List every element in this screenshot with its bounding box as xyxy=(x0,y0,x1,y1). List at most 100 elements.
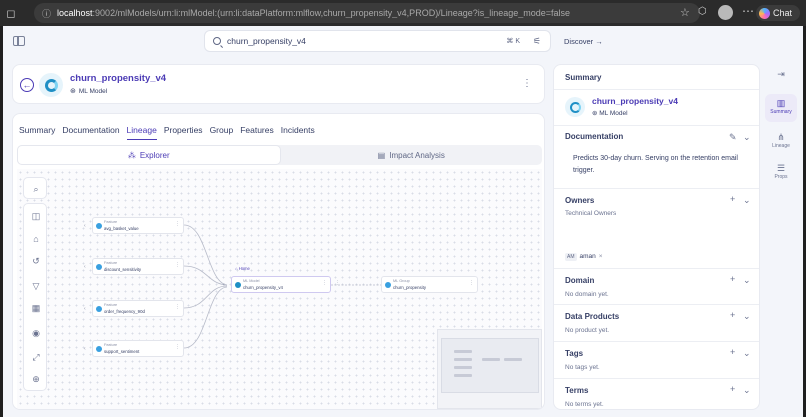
sidebar-entity-type: ⊛ ML Model xyxy=(592,109,628,117)
node-type: Feature xyxy=(104,261,118,265)
node-menu-icon[interactable]: ⋮ xyxy=(175,344,180,350)
node-name: avg_basket_value xyxy=(104,226,139,231)
data-products-title: Data Products xyxy=(565,312,620,321)
extensions-icon[interactable]: ⬡ xyxy=(698,6,707,17)
camera-icon[interactable]: ◉ xyxy=(24,323,48,343)
rail-item-props[interactable]: ☰ Props xyxy=(765,159,797,187)
address-bar[interactable]: ⓘ localhost:9002/mlModels/urn:li:mlModel… xyxy=(34,3,700,23)
lineage-node-feature[interactable]: ‹ Feature support_sentiment ⋮ xyxy=(84,340,184,357)
impact-icon: ▤ xyxy=(377,150,386,160)
explorer-mode-button[interactable]: ⁂ Explorer xyxy=(17,145,281,165)
node-menu-icon[interactable]: ⋮ xyxy=(175,262,180,268)
node-menu-icon[interactable]: ⋮ xyxy=(175,304,180,310)
rail-props-label: Props xyxy=(774,174,788,180)
rail-item-lineage[interactable]: ⋔ Lineage xyxy=(765,128,797,156)
app-root: churn_propensity_v4 ⌘ K ⚟ Discover → ← c… xyxy=(3,26,803,417)
lineage-icon: ⋔ xyxy=(777,132,785,142)
canvas-search-icon[interactable]: ⌕ xyxy=(24,179,48,199)
rail-item-summary[interactable]: ▥ Summary xyxy=(765,94,797,122)
tab-summary[interactable]: Summary xyxy=(19,125,55,140)
impact-label: Impact Analysis xyxy=(389,150,445,160)
minimap-viewport xyxy=(441,338,539,393)
lineage-node-group[interactable]: ML Group churn_propensity ⋮ xyxy=(381,276,478,293)
remove-owner-icon[interactable]: × xyxy=(599,253,603,260)
divider xyxy=(554,304,759,305)
sidebar-entity-type-label: ML Model xyxy=(599,110,628,117)
node-name: order_frequency_90d xyxy=(104,309,145,314)
lineage-minimap[interactable] xyxy=(437,329,542,409)
search-input[interactable]: churn_propensity_v4 ⌘ K ⚟ xyxy=(204,30,551,52)
tags-empty: No tags yet. xyxy=(565,364,600,371)
lineage-node-feature[interactable]: ‹ Feature order_frequency_90d ⋮ xyxy=(84,300,184,317)
fit-view-icon[interactable]: ⤢ xyxy=(24,347,48,367)
chevron-down-icon[interactable]: ⌄ xyxy=(743,195,751,206)
entity-title[interactable]: churn_propensity_v4 xyxy=(70,73,166,84)
sidebar-toggle-icon[interactable] xyxy=(13,36,25,46)
expand-chevron-icon[interactable]: ‹ xyxy=(84,346,86,352)
home-icon[interactable]: ⌂ xyxy=(24,229,48,249)
add-term-icon[interactable]: + xyxy=(730,384,735,394)
center-node-menu-icon[interactable]: ⋮ xyxy=(335,280,340,286)
collapse-sidebar-button[interactable]: ⇥ xyxy=(765,69,797,85)
owner-avatar: AM xyxy=(565,252,577,261)
expand-chevron-icon[interactable]: ‹ xyxy=(84,264,86,270)
owner-name[interactable]: aman xyxy=(580,253,596,260)
lineage-canvas[interactable]: ⌕ ◫ ⌂ ↺ ▽ ▦ ◉ ⤢ ⊕ ‹ Feature avg_basket_v… xyxy=(17,169,542,409)
tab-documentation[interactable]: Documentation xyxy=(62,125,119,140)
chevron-down-icon[interactable]: ⌄ xyxy=(743,132,751,143)
back-button[interactable]: ← xyxy=(20,78,34,92)
add-tag-icon[interactable]: + xyxy=(730,347,735,357)
node-menu-icon[interactable]: ⋮ xyxy=(469,280,474,286)
filter-funnel-icon[interactable]: ▽ xyxy=(24,276,48,296)
chevron-down-icon[interactable]: ⌄ xyxy=(743,385,751,396)
chevron-down-icon[interactable]: ⌄ xyxy=(743,275,751,286)
layout-panel-icon[interactable]: ◫ xyxy=(24,206,48,226)
tab-incidents[interactable]: Incidents xyxy=(281,125,315,140)
feature-icon xyxy=(96,306,102,312)
node-name: discount_sensitivity xyxy=(104,267,142,272)
expand-chevron-icon[interactable]: ‹ xyxy=(84,223,86,229)
page-info-icon[interactable]: ◻ xyxy=(0,0,22,26)
zoom-icon[interactable]: ⊕ xyxy=(24,369,48,389)
discover-link[interactable]: Discover → xyxy=(564,37,603,46)
entity-header: ← churn_propensity_v4 ⊛ ML Model ⋮ xyxy=(12,64,545,104)
node-menu-icon[interactable]: ⋮ xyxy=(322,280,327,286)
sidebar-entity-name[interactable]: churn_propensity_v4 xyxy=(592,96,678,106)
add-owner-icon[interactable]: + xyxy=(730,194,735,204)
add-domain-icon[interactable]: + xyxy=(730,274,735,284)
calendar-icon[interactable]: ▦ xyxy=(24,298,48,318)
tab-lineage[interactable]: Lineage xyxy=(126,125,157,140)
filter-icon[interactable]: ⚟ xyxy=(533,36,541,47)
profile-avatar[interactable] xyxy=(718,5,733,20)
add-data-product-icon[interactable]: + xyxy=(730,310,735,320)
search-value: churn_propensity_v4 xyxy=(227,36,306,46)
history-icon[interactable]: ↺ xyxy=(24,251,48,271)
chevron-down-icon[interactable]: ⌄ xyxy=(743,348,751,359)
minimap-node xyxy=(454,358,472,361)
explorer-icon: ⁂ xyxy=(127,150,136,160)
entity-tabs: Summary Documentation Lineage Properties… xyxy=(19,125,315,140)
owner-pill[interactable]: AM aman × xyxy=(565,251,603,262)
impact-analysis-button[interactable]: ▤ Impact Analysis xyxy=(281,145,543,165)
edit-icon[interactable]: ✎ xyxy=(729,132,737,143)
tab-group[interactable]: Group xyxy=(210,125,234,140)
copilot-chat-button[interactable]: Chat xyxy=(756,5,800,21)
tab-features[interactable]: Features xyxy=(240,125,274,140)
minimap-node xyxy=(454,374,472,377)
expand-chevron-icon[interactable]: ‹ xyxy=(84,306,86,312)
owners-subtitle: Technical Owners xyxy=(565,210,617,217)
bookmark-star-icon[interactable]: ☆ xyxy=(680,6,690,19)
expand-chevron-icon[interactable]: ‹ xyxy=(223,282,225,288)
minimap-node xyxy=(482,358,500,361)
browser-menu-icon[interactable]: ⋯ xyxy=(742,4,754,18)
entity-menu-icon[interactable]: ⋮ xyxy=(522,78,532,89)
chevron-down-icon[interactable]: ⌄ xyxy=(743,311,751,322)
lineage-node-feature[interactable]: ‹ Feature discount_sensitivity ⋮ xyxy=(84,258,184,275)
chat-label: Chat xyxy=(773,8,793,18)
lineage-node-center[interactable]: ‹ ML Model churn_propensity_v4 ⋮ xyxy=(223,276,331,293)
node-menu-icon[interactable]: ⋮ xyxy=(175,221,180,227)
lineage-node-feature[interactable]: ‹ Feature avg_basket_value ⋮ xyxy=(84,217,184,234)
tab-properties[interactable]: Properties xyxy=(164,125,203,140)
sidebar-rail: ⇥ ▥ Summary ⋔ Lineage ☰ Props xyxy=(765,64,797,410)
canvas-controls: ⌕ ◫ ⌂ ↺ ▽ ▦ ◉ ⤢ ⊕ xyxy=(23,177,47,391)
